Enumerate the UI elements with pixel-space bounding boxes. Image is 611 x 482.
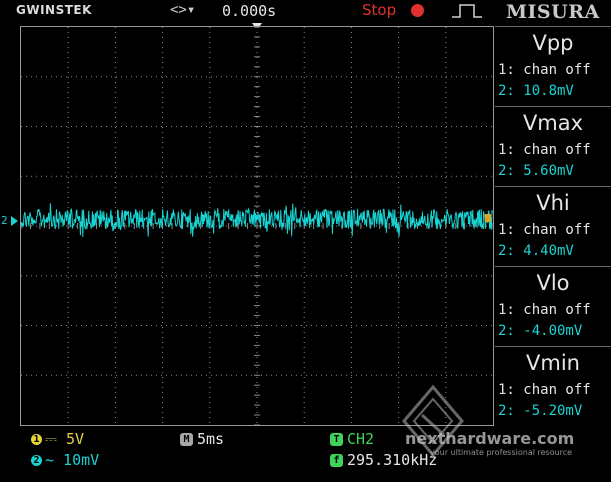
stop-indicator-icon [411,4,424,17]
trigger-position-icon: <>▾ [170,2,196,18]
ch2-ground-arrow-icon [11,216,18,226]
measurement-ch2-value: 2: 5.60mV [498,163,574,179]
brand-logo: GWINSTEK [16,3,92,17]
trigger-edge-icon [452,4,482,18]
measurement-title: Vmax [522,111,584,135]
measurement-panel: Vpp 1: chan off 2: 10.8mV Vmax 1: chan o… [495,26,611,426]
measurement-title: Vhi [536,191,570,215]
watermark-misura: MISURA [506,1,600,23]
measurement-ch1-value: 1: chan off [498,302,591,318]
run-state-label: Stop [362,1,397,19]
measurement-ch2-value: 2: -4.00mV [498,323,583,339]
measurement-title: Vpp [532,31,574,55]
measurement-vmax[interactable]: Vmax 1: chan off 2: 5.60mV [495,106,611,186]
status-bar: GWINSTEK <>▾ 0.000s Stop MISURA [0,0,611,23]
trigger-source-readout[interactable]: T CH2 [330,430,374,448]
waveform-grid [21,27,493,425]
ch1-badge-icon: 1 [31,434,42,445]
measurement-ch2-value: 2: -5.20mV [498,403,583,419]
ch2-ground-marker: 2 [1,214,8,227]
ch2-scale-value: ~ 10mV [45,451,100,469]
timebase-value: 5ms [197,430,225,448]
ch1-scale-value: ⎓ 5V [45,430,85,448]
ch2-scale[interactable]: 2 ~ 10mV [31,451,99,469]
measurement-ch2-value: 2: 10.8mV [498,83,574,99]
watermark-name: nexthardware.com [405,429,575,448]
ch2-badge-icon: 2 [31,455,42,466]
measurement-vmin[interactable]: Vmin 1: chan off 2: -5.20mV [495,346,611,426]
graticule-display [20,26,494,426]
timebase-badge-icon: M [180,433,193,446]
measurement-ch2-value: 2: 4.40mV [498,243,574,259]
trigger-level-marker [485,214,491,222]
measurement-ch1-value: 1: chan off [498,62,591,78]
measurement-vhi[interactable]: Vhi 1: chan off 2: 4.40mV [495,186,611,266]
measurement-ch1-value: 1: chan off [498,142,591,158]
frequency-badge-icon: f [330,454,343,467]
measurement-title: Vlo [536,271,570,295]
measurement-ch1-value: 1: chan off [498,382,591,398]
trigger-source-value: CH2 [347,430,375,448]
measurement-title: Vmin [526,351,580,375]
measurement-vpp[interactable]: Vpp 1: chan off 2: 10.8mV [495,26,611,106]
timebase-readout[interactable]: M 5ms [180,430,224,448]
measurement-vlo[interactable]: Vlo 1: chan off 2: -4.00mV [495,266,611,346]
measurement-ch1-value: 1: chan off [498,222,591,238]
watermark-tagline: your ultimate professional resource [430,448,573,457]
channel-info-bar: 1 ⎓ 5V 2 ~ 10mV M 5ms T CH2 f 295.310kHz next… [0,385,611,482]
trigger-time-readout: 0.000s [222,2,277,20]
trigger-badge-icon: T [330,433,343,446]
ch1-scale[interactable]: 1 ⎓ 5V [31,430,84,448]
